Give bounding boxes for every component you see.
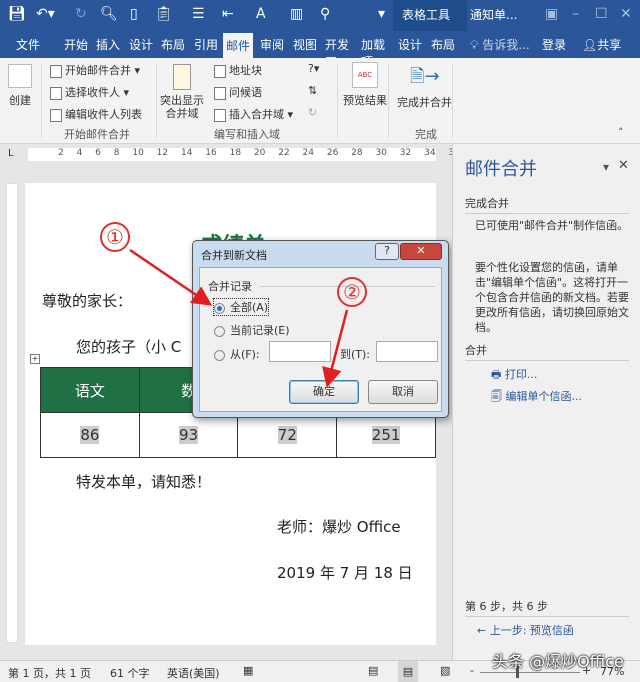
- section-merge: 合并: [465, 344, 487, 357]
- web-layout-icon[interactable]: ▧: [440, 664, 450, 677]
- pane-close-icon[interactable]: ✕: [618, 158, 629, 173]
- divider: [465, 360, 629, 361]
- macro-icon[interactable]: ▦: [243, 664, 253, 677]
- print-label: 打印...: [504, 368, 538, 381]
- annotation-step-2: ②: [337, 277, 367, 307]
- previous-step-link[interactable]: ← 上一步: 预览信函: [477, 623, 574, 638]
- divider: [465, 616, 629, 617]
- mail-merge-pane: 邮件合并 ▾ ✕ 完成合并 已可使用"邮件合并"制作信函。 要个性化设置您的信函…: [452, 144, 640, 660]
- edit-single-label: 编辑单个信函...: [505, 390, 583, 403]
- zoom-slider[interactable]: [480, 672, 580, 673]
- print-layout-icon[interactable]: ▤: [398, 661, 418, 682]
- previous-step-label: 上一步: 预览信函: [489, 624, 574, 637]
- section-complete-merge: 完成合并: [465, 197, 509, 210]
- arrow-left-icon: ←: [477, 624, 490, 637]
- annotation-step-1: ①: [100, 222, 130, 252]
- pane-paragraph-1: 已可使用"邮件合并"制作信函。: [475, 219, 629, 232]
- edit-documents-icon: 🗐︎: [491, 390, 506, 403]
- language[interactable]: 英语(美国): [167, 665, 220, 681]
- annotation-arrow-2: [322, 309, 349, 388]
- word-count[interactable]: 61 个字: [110, 665, 150, 681]
- pane-paragraph-2: 要个性化设置您的信函，请单击"编辑单个信函"。这将打开一个包含合并信函的新文档。…: [475, 261, 629, 334]
- annotation-arrow-1: [129, 248, 213, 306]
- edit-individual-letters-link[interactable]: 🗐︎ 编辑单个信函...: [491, 389, 582, 404]
- divider: [465, 213, 629, 214]
- pane-title: 邮件合并: [465, 159, 537, 180]
- print-icon: 🖶︎: [491, 368, 505, 381]
- watermark: 头条 @爆炒Office: [492, 652, 624, 671]
- page-count[interactable]: 第 1 页，共 1 页: [8, 665, 91, 681]
- zoom-out-button[interactable]: -: [470, 664, 474, 677]
- read-mode-icon[interactable]: ▤: [368, 664, 378, 677]
- step-indicator: 第 6 步，共 6 步: [465, 600, 548, 613]
- pane-options-icon[interactable]: ▾: [603, 160, 609, 175]
- print-link[interactable]: 🖶︎ 打印...: [491, 367, 537, 382]
